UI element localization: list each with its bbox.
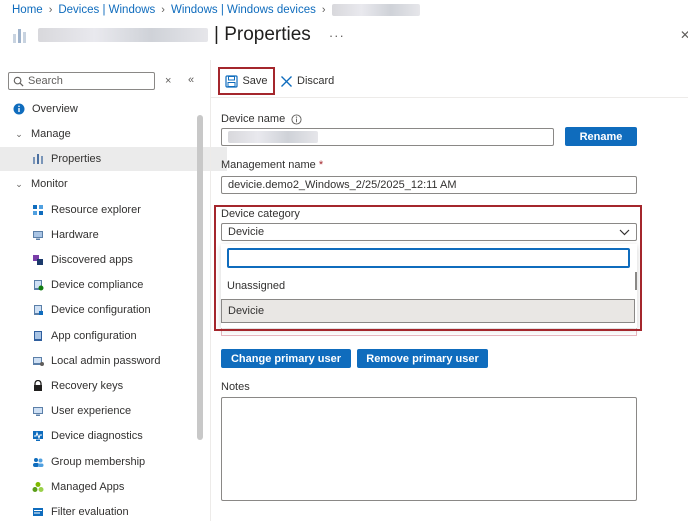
- discard-icon: [280, 75, 293, 88]
- chevron-down-icon: ⌄: [15, 178, 23, 189]
- sidebar-item-label: Device compliance: [51, 279, 144, 291]
- page-header: | Properties ···: [12, 22, 345, 48]
- sidebar-item-device-compliance[interactable]: Device compliance: [0, 273, 227, 297]
- save-button[interactable]: Save: [218, 67, 275, 95]
- collapse-sidebar-button[interactable]: «: [188, 74, 194, 86]
- notes-label: Notes: [221, 381, 250, 393]
- sidebar-item-label: App configuration: [51, 330, 137, 342]
- recovery-keys-icon: [31, 379, 45, 393]
- discovered-apps-icon: [31, 253, 45, 267]
- sidebar-item-label: Group membership: [51, 456, 146, 468]
- sidebar-group-manage[interactable]: ⌄ Manage: [0, 122, 210, 146]
- hardware-icon: [31, 228, 45, 242]
- breadcrumb-home[interactable]: Home: [12, 4, 43, 16]
- search-icon: [13, 76, 24, 87]
- breadcrumb-device-redacted[interactable]: [331, 4, 420, 16]
- chevron-down-icon: ⌄: [15, 128, 23, 139]
- chevron-right-icon: ›: [321, 4, 326, 16]
- app-configuration-icon: [31, 329, 45, 343]
- device-icon: [12, 26, 30, 44]
- filter-evaluation-icon: [31, 505, 45, 519]
- sidebar-item-label: Resource explorer: [51, 204, 141, 216]
- info-icon[interactable]: [291, 113, 302, 125]
- device-compliance-icon: [31, 278, 45, 292]
- change-primary-user-button[interactable]: Change primary user: [221, 349, 351, 368]
- sidebar-item-resource-explorer[interactable]: Resource explorer: [0, 198, 227, 222]
- toolbar-divider: [211, 97, 688, 98]
- sidebar-item-label: User experience: [51, 405, 132, 417]
- sidebar-item-label: Hardware: [51, 229, 99, 241]
- notes-textarea[interactable]: [221, 397, 637, 501]
- sidebar-item-group-membership[interactable]: Group membership: [0, 450, 227, 474]
- device-name-field[interactable]: [221, 128, 554, 146]
- device-name-label: Device name: [221, 113, 286, 125]
- sidebar-item-filter-evaluation[interactable]: Filter evaluation: [0, 500, 227, 524]
- sidebar-item-discovered-apps[interactable]: Discovered apps: [0, 248, 227, 272]
- sidebar-item-overview[interactable]: Overview: [0, 97, 208, 121]
- discard-label: Discard: [297, 75, 335, 87]
- breadcrumb-windows-devices[interactable]: Windows | Windows devices: [171, 4, 316, 16]
- sidebar-item-label: Filter evaluation: [51, 506, 129, 518]
- sidebar-item-label: Monitor: [31, 178, 68, 190]
- more-options-button[interactable]: ···: [329, 28, 345, 43]
- sidebar-item-label: Device configuration: [51, 304, 151, 316]
- sidebar-item-device-diagnostics[interactable]: Device diagnostics: [0, 424, 227, 448]
- sidebar-item-local-admin-password[interactable]: Local admin password: [0, 349, 227, 373]
- chevron-right-icon: ›: [48, 4, 53, 16]
- search-input[interactable]: [28, 75, 138, 87]
- management-name-label: Management name: [221, 159, 316, 171]
- sidebar-item-label: Discovered apps: [51, 254, 133, 266]
- breadcrumb-devices-windows[interactable]: Devices | Windows: [58, 4, 155, 16]
- sidebar-item-managed-apps[interactable]: Managed Apps: [0, 475, 227, 499]
- device-name-label-row: Device name: [221, 113, 302, 125]
- remove-primary-user-button[interactable]: Remove primary user: [357, 349, 488, 368]
- sidebar-item-label: Overview: [32, 103, 78, 115]
- managed-apps-icon: [31, 480, 45, 494]
- device-diagnostics-icon: [31, 429, 45, 443]
- required-asterisk: *: [318, 159, 324, 171]
- breadcrumb: Home › Devices | Windows › Windows | Win…: [12, 2, 420, 18]
- sidebar-item-label: Manage: [31, 128, 71, 140]
- info-icon: [12, 102, 26, 116]
- sidebar-item-label: Local admin password: [51, 355, 161, 367]
- user-experience-icon: [31, 404, 45, 418]
- sidebar-item-label: Device diagnostics: [51, 430, 143, 442]
- group-membership-icon: [31, 455, 45, 469]
- management-name-label-row: Management name *: [221, 159, 323, 171]
- management-name-value: devicie.demo2_Windows_2/25/2025_12:11 AM: [228, 179, 457, 191]
- resource-explorer-icon: [31, 203, 45, 217]
- local-admin-password-icon: [31, 354, 45, 368]
- sidebar-item-recovery-keys[interactable]: Recovery keys: [0, 374, 227, 398]
- sidebar-item-label: Managed Apps: [51, 481, 125, 493]
- rename-button[interactable]: Rename: [565, 127, 637, 146]
- device-name-redacted: [38, 28, 208, 42]
- clear-search-button[interactable]: ×: [165, 75, 171, 87]
- sidebar-item-app-configuration[interactable]: App configuration: [0, 324, 227, 348]
- discard-button[interactable]: Discard: [280, 73, 334, 89]
- device-name-value-redacted: [228, 131, 318, 143]
- close-icon[interactable]: ✕: [680, 28, 688, 42]
- page-title: | Properties: [214, 24, 311, 45]
- properties-icon: [31, 152, 45, 166]
- sidebar-divider: [210, 60, 211, 521]
- save-icon: [225, 74, 239, 88]
- chevron-right-icon: ›: [161, 4, 165, 16]
- sidebar-search[interactable]: [8, 72, 155, 90]
- management-name-field[interactable]: devicie.demo2_Windows_2/25/2025_12:11 AM: [221, 176, 637, 194]
- sidebar-group-monitor[interactable]: ⌄ Monitor: [0, 172, 210, 196]
- sidebar-item-user-experience[interactable]: User experience: [0, 399, 227, 423]
- sidebar-item-hardware[interactable]: Hardware: [0, 223, 227, 247]
- device-category-highlight: [214, 205, 642, 331]
- sidebar-item-label: Recovery keys: [51, 380, 124, 392]
- sidebar-item-label: Properties: [51, 153, 102, 165]
- sidebar-item-properties[interactable]: Properties: [0, 147, 227, 171]
- sidebar-item-device-configuration[interactable]: Device configuration: [0, 298, 227, 322]
- save-label: Save: [242, 75, 268, 87]
- sidebar-scrollbar[interactable]: [197, 115, 203, 440]
- device-configuration-icon: [31, 303, 45, 317]
